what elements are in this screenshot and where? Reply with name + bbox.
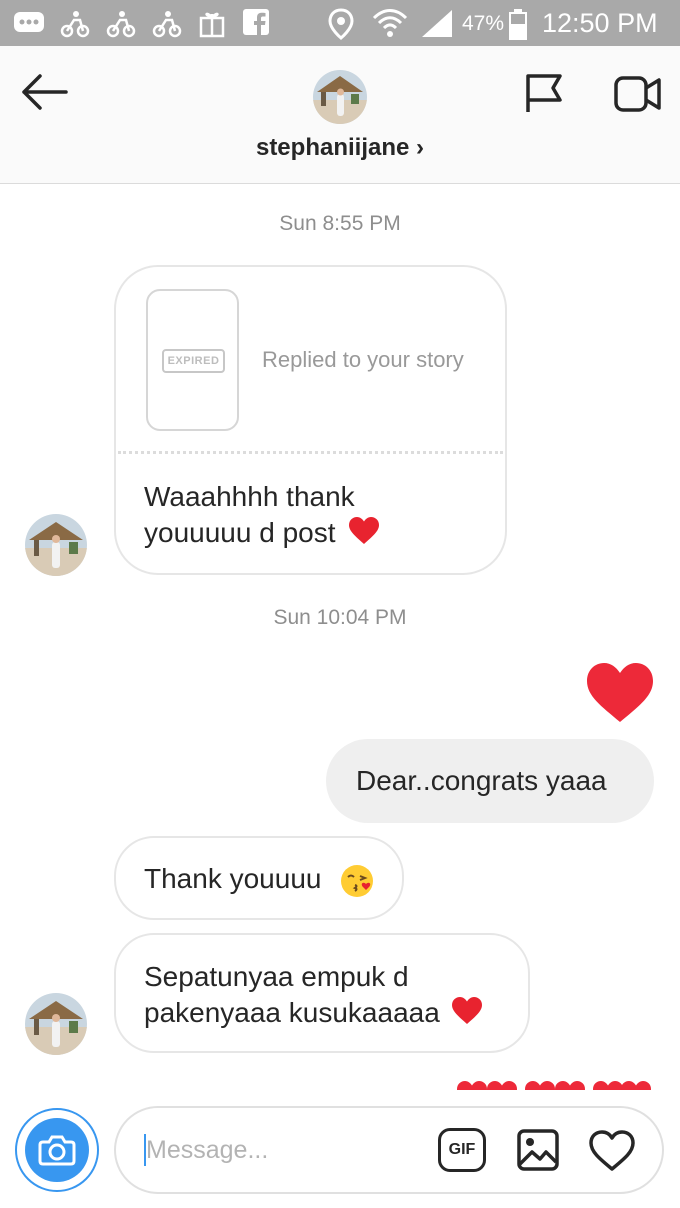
received-message[interactable]: Sepatunyaa empuk d pakenyaaa kusukaaaaa (114, 933, 530, 1053)
username-link[interactable]: stephaniijane › (0, 134, 680, 162)
flag-icon[interactable] (523, 72, 565, 114)
heart-emoji-icon[interactable] (585, 662, 655, 724)
story-reply-message[interactable]: EXPIRED Replied to your story Waaahhhh t… (114, 265, 507, 575)
dotted-divider (118, 451, 503, 454)
heart-emoji-icon (349, 517, 380, 544)
username-text: stephaniijane (255, 134, 410, 161)
replied-to-story-label: Replied to your story (262, 347, 464, 372)
message-input[interactable]: Message... (146, 1136, 268, 1165)
timestamp: Sun 8:55 PM (279, 212, 401, 235)
story-reply-text: Waaahhhh thank youuuuu d post (144, 479, 381, 551)
sent-message-text: Dear..congrats yaaa (356, 765, 607, 796)
chat-notification-icon (14, 12, 44, 32)
expired-badge: EXPIRED (162, 349, 225, 373)
profile-avatar[interactable] (313, 70, 367, 124)
kiss-emoji-icon (341, 865, 373, 897)
camera-icon (38, 1135, 76, 1166)
signal-icon (422, 10, 452, 37)
scooter-notification-icon-3 (152, 11, 182, 38)
heart-emoji-icon (451, 997, 482, 1024)
received-message-line-1: Sepatunyaa empuk d (144, 961, 409, 992)
conversation-header: stephaniijane › (0, 46, 680, 184)
received-message-text: Thank youuuu (144, 863, 322, 894)
video-camera-icon[interactable] (613, 74, 663, 114)
status-time: 12:50 PM (542, 8, 658, 38)
wifi-icon (372, 9, 408, 37)
facebook-icon (243, 9, 269, 36)
gif-button[interactable]: GIF (438, 1128, 486, 1172)
battery-icon (509, 9, 527, 40)
received-message-line-2: pakenyaaa kusukaaaaa (144, 997, 440, 1028)
heart-outline-icon[interactable] (588, 1130, 636, 1172)
image-icon[interactable] (516, 1128, 560, 1172)
received-message[interactable]: Thank youuuu (114, 836, 404, 920)
expired-story-thumbnail: EXPIRED (146, 289, 239, 431)
partial-hearts-row (455, 1080, 655, 1090)
timestamp: Sun 10:04 PM (273, 606, 407, 629)
sender-avatar[interactable] (25, 514, 87, 576)
battery-percent: 47% (462, 12, 505, 35)
status-bar: 47% 12:50 PM (0, 0, 680, 46)
scooter-notification-icon (60, 11, 90, 38)
story-reply-line-1: Waaahhhh thank (144, 481, 355, 512)
back-arrow-icon[interactable] (20, 74, 70, 110)
sender-avatar[interactable] (25, 993, 87, 1055)
sent-message[interactable]: Dear..congrats yaaa (326, 739, 654, 823)
message-composer[interactable]: Message... GIF (114, 1106, 664, 1194)
gift-icon (199, 12, 225, 38)
story-reply-line-2: youuuuu d post (144, 517, 336, 548)
scooter-notification-icon-2 (106, 11, 136, 38)
camera-button[interactable] (15, 1108, 99, 1192)
location-icon (328, 8, 354, 40)
chevron-right-icon: › (416, 134, 425, 161)
